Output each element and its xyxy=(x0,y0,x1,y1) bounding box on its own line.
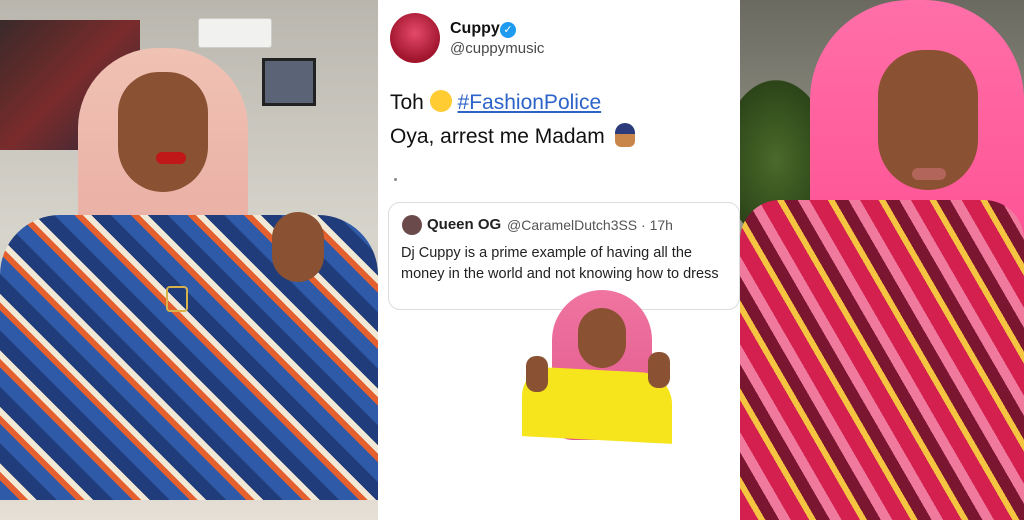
tweet-line-1: Toh #FashionPolice xyxy=(390,86,635,120)
left-photo xyxy=(0,0,378,520)
right-photo xyxy=(740,0,1024,520)
tweet-line-1-prefix: Toh xyxy=(390,91,424,114)
laughing-tears-emoji-icon xyxy=(429,90,452,112)
verified-badge-icon: ✓ xyxy=(500,22,516,38)
gif-face xyxy=(578,308,626,368)
avatar[interactable] xyxy=(390,13,440,63)
tweet-screenshot: Cuppy ✓ @cuppymusic Toh #FashionPolice O… xyxy=(378,0,752,520)
face xyxy=(118,72,208,192)
police-officer-emoji-icon xyxy=(614,123,635,147)
pink-patterned-dress xyxy=(740,200,1024,520)
user-handle[interactable]: @cuppymusic xyxy=(450,40,544,57)
quote-avatar xyxy=(402,215,422,235)
hashtag-link[interactable]: #FashionPolice xyxy=(458,91,602,114)
quote-handle-time: @CaramelDutch3SS · 17h xyxy=(507,217,673,233)
necklace-pendant xyxy=(166,286,188,312)
gif-thumb-right xyxy=(648,352,670,388)
red-lips xyxy=(156,152,186,164)
thumbs-up-gif xyxy=(522,290,676,446)
gif-thumb-left xyxy=(526,356,548,392)
quote-text: Dj Cuppy is a prime example of having al… xyxy=(401,245,719,282)
tweet-text: Toh #FashionPolice Oya, arrest me Madam xyxy=(390,86,635,154)
raised-hand xyxy=(272,212,324,282)
air-conditioner xyxy=(198,18,272,48)
lips xyxy=(912,168,946,180)
tweet-line-2-text: Oya, arrest me Madam xyxy=(390,125,605,148)
separator-dot xyxy=(394,178,397,181)
display-name[interactable]: Cuppy xyxy=(450,20,500,38)
tweet-line-2: Oya, arrest me Madam xyxy=(390,120,635,154)
quote-display-name: Queen OG xyxy=(427,216,502,233)
wall-picture-frame xyxy=(262,58,316,106)
